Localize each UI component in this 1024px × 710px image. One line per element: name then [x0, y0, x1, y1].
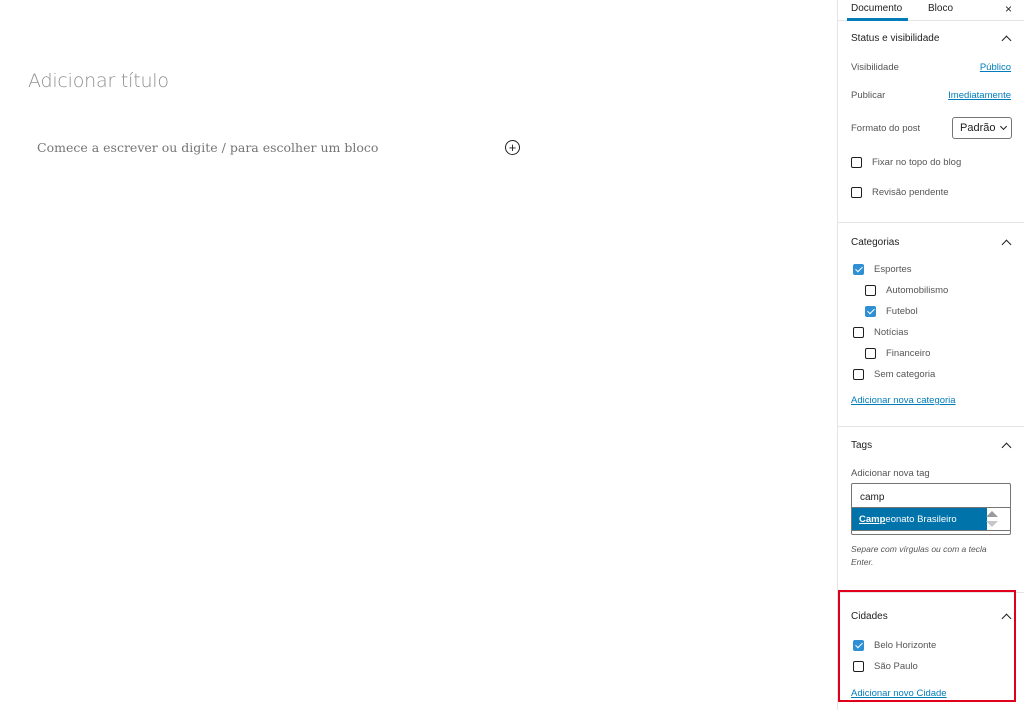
- pending-row: Revisão pendente: [838, 177, 1024, 207]
- checkbox-checked[interactable]: [853, 640, 864, 651]
- city-item-sao-paulo[interactable]: São Paulo: [853, 656, 1009, 677]
- category-list: Esportes Automobilismo Futebol Notícias …: [838, 259, 1024, 385]
- checkbox[interactable]: [853, 327, 864, 338]
- tag-suggestion-item[interactable]: Camp eonato Brasileiro: [852, 508, 987, 530]
- visibility-label: Visibilidade: [851, 61, 899, 73]
- category-label: Esportes: [874, 264, 912, 275]
- tab-documento[interactable]: Documento: [846, 3, 909, 21]
- format-select[interactable]: Padrão: [952, 117, 1012, 139]
- city-list: Belo Horizonte São Paulo: [838, 635, 1024, 677]
- panel-categories: Categorias Esportes Automobilismo Futebo…: [838, 223, 1024, 427]
- suggestion-rest: eonato Brasileiro: [885, 513, 957, 525]
- publish-label: Publicar: [851, 89, 886, 101]
- checkbox[interactable]: [865, 348, 876, 359]
- checkbox-checked[interactable]: [853, 264, 864, 275]
- sticky-row: Fixar no topo do blog: [838, 147, 1024, 177]
- close-icon[interactable]: ×: [1005, 2, 1012, 16]
- block-placeholder[interactable]: Comece a escrever ou digite / para escol…: [37, 140, 378, 155]
- publish-row: Publicar Imediatamente: [838, 81, 1024, 109]
- category-label: Automobilismo: [886, 285, 949, 296]
- post-title-input[interactable]: Adicionar título: [28, 70, 169, 92]
- panel-cities: Cidades Belo Horizonte São Paulo Adicion…: [838, 593, 1024, 710]
- block-inserter-plus-icon[interactable]: +: [505, 140, 520, 155]
- panel-title: Tags: [851, 439, 873, 451]
- sticky-checkbox[interactable]: [851, 156, 862, 168]
- panel-header-tags[interactable]: Tags: [838, 427, 1024, 463]
- format-label: Formato do post: [851, 122, 921, 134]
- sticky-label: Fixar no topo do blog: [872, 156, 962, 168]
- chevron-up-icon[interactable]: [1001, 442, 1012, 452]
- city-label: São Paulo: [874, 661, 918, 672]
- category-item-noticias[interactable]: Notícias: [853, 322, 1009, 343]
- chevron-up-icon[interactable]: [1001, 613, 1012, 623]
- checkbox[interactable]: [853, 661, 864, 672]
- settings-sidebar: Documento Bloco × Status e visibilidade …: [837, 0, 1024, 710]
- pending-checkbox-row[interactable]: Revisão pendente: [851, 182, 949, 203]
- panel-title: Cidades: [851, 610, 888, 622]
- panel-status-visibility: Status e visibilidade Visibilidade Públi…: [838, 23, 1024, 223]
- category-label: Sem categoria: [874, 369, 936, 380]
- category-label: Futebol: [886, 306, 918, 317]
- add-tag-label: Adicionar nova tag: [851, 467, 930, 479]
- category-label: Financeiro: [886, 348, 931, 359]
- tag-label-row: Adicionar nova tag: [838, 463, 1024, 483]
- visibility-link[interactable]: Público: [980, 62, 1011, 73]
- category-label: Notícias: [874, 327, 909, 338]
- category-item-financeiro[interactable]: Financeiro: [853, 343, 1009, 364]
- panel-header-cities[interactable]: Cidades: [838, 593, 1024, 631]
- city-label: Belo Horizonte: [874, 640, 937, 651]
- pending-label: Revisão pendente: [872, 186, 949, 198]
- tag-suggestion-list: Camp eonato Brasileiro: [851, 507, 1011, 531]
- tab-bloco[interactable]: Bloco: [928, 3, 953, 14]
- format-row: Formato do post Padrão: [838, 109, 1024, 147]
- suggestion-match: Camp: [859, 513, 886, 525]
- chevron-down-icon: [999, 122, 1008, 131]
- pending-checkbox[interactable]: [851, 186, 862, 198]
- sidebar-tabs: Documento Bloco ×: [838, 0, 1024, 21]
- category-item-sem-categoria[interactable]: Sem categoria: [853, 364, 1009, 385]
- category-item-futebol[interactable]: Futebol: [853, 301, 1009, 322]
- tag-help-text: Separe com vírgulas ou com a tecla Enter…: [851, 544, 987, 567]
- editor-canvas: Adicionar título Comece a escrever ou di…: [0, 0, 837, 710]
- city-item-belo-horizonte[interactable]: Belo Horizonte: [853, 635, 1009, 656]
- category-item-automobilismo[interactable]: Automobilismo: [853, 280, 1009, 301]
- checkbox[interactable]: [865, 285, 876, 296]
- chevron-up-icon[interactable]: [1001, 35, 1012, 45]
- add-category-wrap: Adicionar nova categoria: [838, 385, 1024, 406]
- add-category-link[interactable]: Adicionar nova categoria: [851, 395, 956, 406]
- panel-header-status[interactable]: Status e visibilidade: [838, 23, 1024, 53]
- panel-title: Status e visibilidade: [851, 32, 940, 44]
- add-city-wrap: Adicionar novo Cidade: [838, 677, 1024, 699]
- checkbox[interactable]: [853, 369, 864, 380]
- publish-link[interactable]: Imediatamente: [948, 90, 1011, 101]
- checkbox-checked[interactable]: [865, 306, 876, 317]
- chevron-up-icon[interactable]: [1001, 239, 1012, 249]
- tag-input-value: camp: [860, 492, 885, 503]
- add-city-link[interactable]: Adicionar novo Cidade: [851, 688, 947, 699]
- panel-header-categories[interactable]: Categorias: [838, 223, 1024, 257]
- category-item-esportes[interactable]: Esportes: [853, 259, 1009, 280]
- scroll-up-arrow-icon[interactable]: [986, 511, 998, 517]
- sticky-checkbox-row[interactable]: Fixar no topo do blog: [851, 152, 961, 173]
- panel-title: Categorias: [851, 236, 900, 248]
- scroll-down-arrow-icon[interactable]: [986, 521, 998, 527]
- format-value: Padrão: [960, 122, 996, 134]
- visibility-row: Visibilidade Público: [838, 53, 1024, 81]
